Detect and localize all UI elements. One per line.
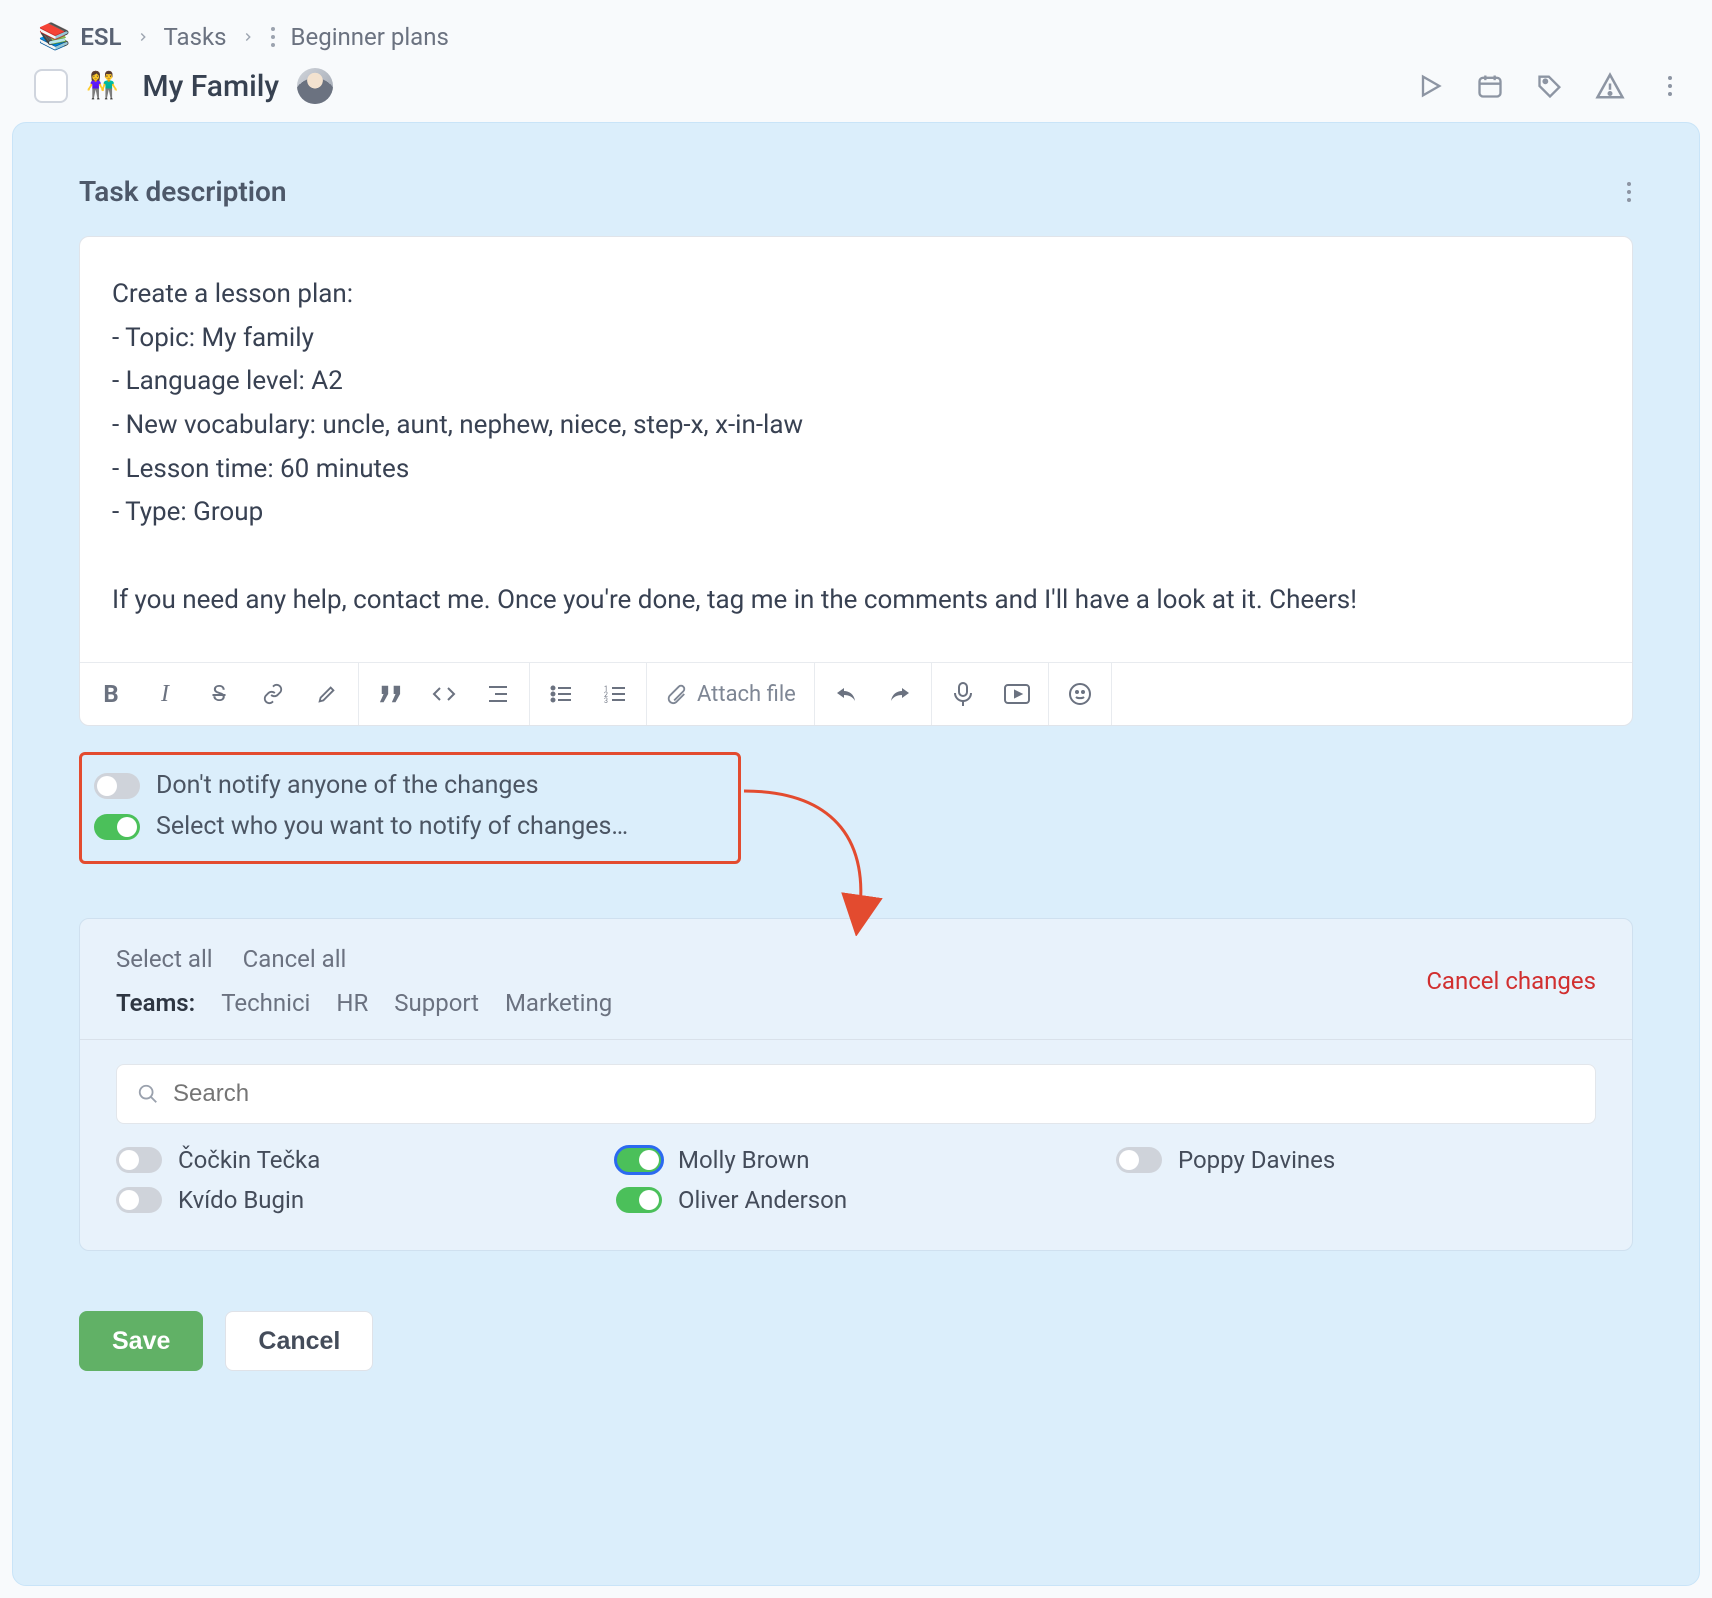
family-icon: 👫 (86, 71, 118, 101)
card-title: Task description (79, 175, 287, 208)
notify-person: Čočkin Tečka (116, 1146, 596, 1174)
notify-search-input[interactable] (173, 1080, 1575, 1108)
notify-person: Molly Brown (616, 1146, 1096, 1174)
bold-button[interactable]: B (84, 669, 138, 719)
team-link[interactable]: Marketing (505, 989, 612, 1017)
highlight-button[interactable] (300, 669, 354, 719)
notify-panel: Select all Cancel all Teams: Technici HR… (79, 918, 1633, 1251)
attach-file-button[interactable]: Attach file (647, 663, 815, 725)
person-name: Molly Brown (678, 1146, 809, 1174)
person-name: Čočkin Tečka (178, 1146, 320, 1174)
divider (80, 1039, 1632, 1040)
kebab-icon[interactable] (1625, 180, 1633, 204)
italic-button[interactable]: I (138, 669, 192, 719)
search-icon (137, 1083, 159, 1105)
breadcrumb-leaf[interactable]: Beginner plans (291, 23, 449, 51)
undo-button[interactable] (819, 669, 873, 719)
notify-person: Kvído Bugin (116, 1186, 596, 1214)
numbered-list-button[interactable]: 123 (588, 669, 642, 719)
kebab-icon[interactable] (269, 26, 277, 48)
avatar[interactable] (297, 68, 333, 104)
books-icon: 📚 (38, 22, 70, 52)
editor-toolbar: B I S (80, 662, 1632, 725)
notify-person: Oliver Anderson (616, 1186, 1096, 1214)
person-toggle[interactable] (116, 1147, 162, 1173)
footer-actions: Save Cancel (79, 1311, 1633, 1371)
cancel-button[interactable]: Cancel (225, 1311, 373, 1371)
annotation-arrow (739, 776, 939, 936)
video-button[interactable] (990, 669, 1044, 719)
bulleted-list-button[interactable] (534, 669, 588, 719)
teams-label: Teams: (116, 989, 195, 1017)
toggle-dont-notify-label: Don't notify anyone of the changes (156, 771, 539, 800)
quote-button[interactable] (363, 669, 417, 719)
person-name: Poppy Davines (1178, 1146, 1335, 1174)
link-button[interactable] (246, 669, 300, 719)
toggle-select-who-label: Select who you want to notify of changes… (156, 812, 628, 841)
toggle-dont-notify[interactable] (94, 773, 140, 799)
person-toggle[interactable] (116, 1187, 162, 1213)
task-checkbox[interactable] (34, 69, 68, 103)
title-bar: 👫 My Family (0, 62, 1712, 122)
notify-search[interactable] (116, 1064, 1596, 1124)
save-button[interactable]: Save (79, 1311, 203, 1371)
description-editor: Create a lesson plan: - Topic: My family… (79, 236, 1633, 726)
tag-icon[interactable] (1534, 70, 1566, 102)
warning-icon[interactable] (1594, 70, 1626, 102)
indent-button[interactable] (471, 669, 525, 719)
mic-button[interactable] (936, 669, 990, 719)
cancel-changes-link[interactable]: Cancel changes (1426, 967, 1596, 995)
team-link[interactable]: Support (394, 989, 479, 1017)
chevron-right-icon (241, 30, 255, 44)
breadcrumb-root-label: ESL (80, 23, 121, 51)
breadcrumb: 📚 ESL Tasks Beginner plans (0, 0, 1712, 62)
cancel-all-link[interactable]: Cancel all (243, 945, 347, 973)
person-name: Kvído Bugin (178, 1186, 304, 1214)
team-link[interactable]: Technici (221, 989, 310, 1017)
select-all-link[interactable]: Select all (116, 945, 213, 973)
chevron-right-icon (136, 30, 150, 44)
attach-file-label: Attach file (697, 682, 796, 707)
person-toggle[interactable] (1116, 1147, 1162, 1173)
kebab-icon[interactable] (1654, 70, 1686, 102)
calendar-icon[interactable] (1474, 70, 1506, 102)
breadcrumb-mid[interactable]: Tasks (164, 23, 227, 51)
person-name: Oliver Anderson (678, 1186, 847, 1214)
description-text[interactable]: Create a lesson plan: - Topic: My family… (80, 237, 1632, 662)
breadcrumb-root[interactable]: 📚 ESL (38, 22, 122, 52)
notify-person: Poppy Davines (1116, 1146, 1596, 1174)
person-toggle[interactable] (616, 1187, 662, 1213)
task-card: Task description Create a lesson plan: -… (12, 122, 1700, 1586)
redo-button[interactable] (873, 669, 927, 719)
play-icon[interactable] (1414, 70, 1446, 102)
notify-toggle-highlight: Don't notify anyone of the changes Selec… (79, 752, 741, 864)
strike-button[interactable]: S (192, 669, 246, 719)
toggle-select-who[interactable] (94, 814, 140, 840)
emoji-button[interactable] (1053, 669, 1107, 719)
code-button[interactable] (417, 669, 471, 719)
svg-text:3: 3 (604, 697, 608, 704)
person-toggle[interactable] (616, 1147, 662, 1173)
team-link[interactable]: HR (336, 989, 368, 1017)
page-title: My Family (142, 69, 279, 104)
